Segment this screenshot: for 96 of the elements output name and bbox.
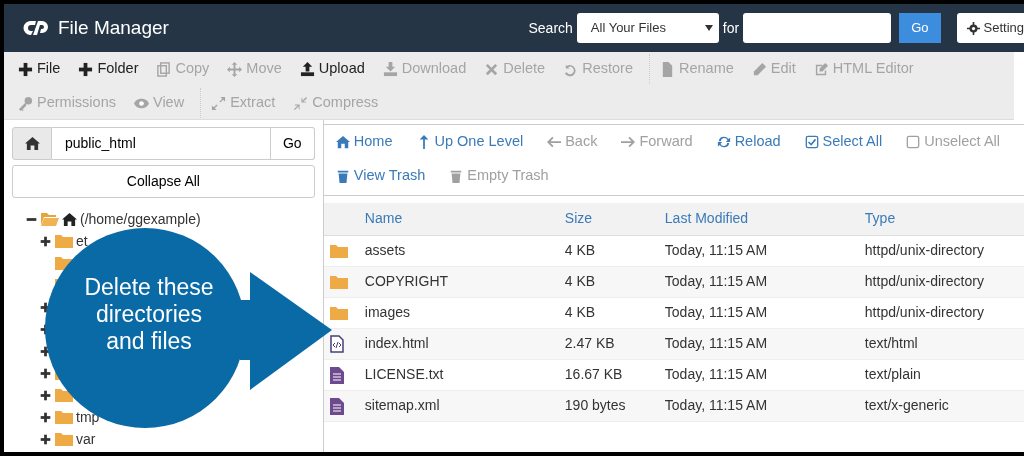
pencil-icon xyxy=(751,61,767,77)
nav-link[interactable]: Up One Level xyxy=(416,131,524,153)
tree-item[interactable]: (/home/ggexample) xyxy=(80,208,201,230)
folder-icon xyxy=(329,275,348,290)
home-icon xyxy=(335,135,350,149)
toolbar-button[interactable]: Upload xyxy=(297,52,375,86)
home-button[interactable] xyxy=(12,127,52,160)
file-name[interactable]: assets xyxy=(363,235,564,266)
expand-icon xyxy=(40,235,51,247)
logo-icon xyxy=(22,19,48,37)
scope-dropdown[interactable]: All Your Files xyxy=(576,13,719,43)
expand-icon xyxy=(40,411,51,423)
table-cell: httpd/unix-directory xyxy=(863,266,1024,297)
tree-toggle[interactable] xyxy=(40,433,52,445)
text-file-icon xyxy=(329,397,344,416)
empty-checkbox-icon xyxy=(906,135,921,149)
code-file-icon xyxy=(329,335,344,354)
compress-icon xyxy=(293,95,309,111)
text-file-icon xyxy=(329,366,344,385)
nav-link[interactable]: View Trash xyxy=(335,165,426,187)
expand-icon xyxy=(40,389,51,401)
table-cell: 2.47 KB xyxy=(563,328,664,359)
right-arrow-icon xyxy=(621,135,636,149)
copy-icon xyxy=(156,61,172,77)
column-header[interactable]: Size xyxy=(563,203,664,235)
file-name[interactable]: sitemap.xml xyxy=(363,390,564,421)
tree-item[interactable]: var xyxy=(76,428,96,450)
column-header[interactable]: Last Modified xyxy=(663,203,864,235)
table-cell: 16.67 KB xyxy=(563,359,664,390)
table-cell: Today, 11:15 AM xyxy=(663,328,864,359)
toolbar-button[interactable]: File xyxy=(16,52,71,86)
folder-icon xyxy=(329,244,348,259)
edit-icon xyxy=(813,61,829,77)
table-cell: Today, 11:15 AM xyxy=(663,235,864,266)
column-header[interactable]: Type xyxy=(863,203,1024,235)
collapse-all-button[interactable]: Collapse All xyxy=(12,165,315,198)
go-button[interactable]: Go xyxy=(899,13,941,43)
expand-icon xyxy=(40,433,51,445)
tree-toggle[interactable] xyxy=(40,411,52,423)
key-icon xyxy=(18,95,33,111)
settings-button[interactable]: Setting xyxy=(956,13,1024,43)
search-label: Search xyxy=(528,18,573,38)
table-cell: text/html xyxy=(863,328,1024,359)
close-icon xyxy=(484,61,500,77)
table-cell: 4 KB xyxy=(563,266,664,297)
table-cell: 4 KB xyxy=(563,235,664,266)
nav-link[interactable]: Reload xyxy=(716,131,781,153)
folder-icon xyxy=(329,306,348,321)
upload-icon xyxy=(299,61,315,77)
nav-link[interactable]: Home xyxy=(335,131,393,153)
trash-icon xyxy=(335,169,350,183)
table-cell: Today, 11:15 AM xyxy=(663,390,864,421)
path-field[interactable]: public_html xyxy=(52,127,271,160)
callout-text: Delete these directories and files xyxy=(84,274,214,355)
home-icon xyxy=(24,136,40,151)
file-name[interactable]: images xyxy=(363,297,564,328)
table-cell: 190 bytes xyxy=(563,390,664,421)
folder-icon xyxy=(55,432,73,446)
reload-icon xyxy=(716,135,731,149)
table-cell: httpd/unix-directory xyxy=(863,297,1024,328)
home-icon xyxy=(62,211,77,227)
table-cell: 4 KB xyxy=(563,297,664,328)
tree-item[interactable]: et xyxy=(76,230,88,252)
plus-icon xyxy=(78,61,94,77)
tree-toggle[interactable] xyxy=(40,389,52,401)
trash-icon xyxy=(449,169,464,183)
table-cell: Today, 11:15 AM xyxy=(663,297,864,328)
expand-icon xyxy=(40,367,51,379)
open-folder-icon xyxy=(41,212,59,226)
path-go-button[interactable]: Go xyxy=(270,127,315,160)
settings-icon xyxy=(966,21,980,35)
left-arrow-icon xyxy=(547,135,562,149)
table-cell: text/plain xyxy=(863,359,1024,390)
checkbox-icon xyxy=(804,135,819,149)
column-header[interactable]: Name xyxy=(363,203,564,235)
nav-link[interactable]: Select All xyxy=(804,131,883,153)
plus-icon xyxy=(18,61,33,77)
for-label: for xyxy=(722,18,740,38)
move-icon xyxy=(227,61,243,77)
table-cell: httpd/unix-directory xyxy=(863,235,1024,266)
download-icon xyxy=(382,61,398,77)
file-name[interactable]: index.html xyxy=(363,328,564,359)
file-name[interactable]: COPYRIGHT xyxy=(363,266,564,297)
folder-icon xyxy=(55,410,73,424)
folder-icon xyxy=(55,234,73,248)
table-cell: Today, 11:15 AM xyxy=(663,266,864,297)
table-cell: text/x-generic xyxy=(863,390,1024,421)
toolbar-button[interactable]: Folder xyxy=(76,52,149,86)
tree-toggle[interactable] xyxy=(40,235,52,247)
caret-icon xyxy=(704,24,713,32)
search-field[interactable] xyxy=(743,13,892,43)
tree-toggle[interactable] xyxy=(40,367,52,379)
table-cell: Today, 11:15 AM xyxy=(663,359,864,390)
file-name[interactable]: LICENSE.txt xyxy=(363,359,564,390)
app-title: File Manager xyxy=(58,15,169,40)
expand-icon xyxy=(211,95,227,111)
